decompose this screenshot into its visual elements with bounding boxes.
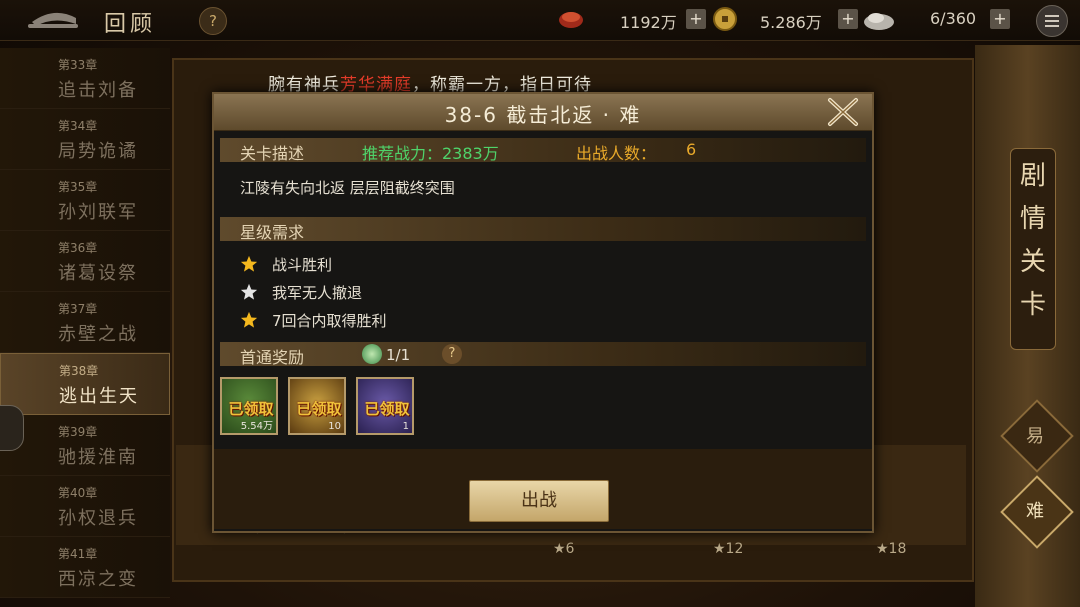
swirl-icon xyxy=(362,344,382,364)
first-clear-reward-bar: 首通奖励 xyxy=(220,342,866,367)
chapter-number: 第34章 xyxy=(58,119,98,133)
story-label-char: 卡 xyxy=(1019,290,1046,320)
star-requirement-item: 我军无人撤退 xyxy=(240,282,362,303)
recommended-power: 推荐战力：2383万 xyxy=(362,144,499,163)
reward-help-button[interactable]: ? xyxy=(442,344,462,364)
level-desc-label: 关卡描述 xyxy=(240,144,305,163)
troop-count-label: 出战人数： xyxy=(576,144,657,163)
chapter-number: 第35章 xyxy=(58,180,98,194)
claimed-label: 已领取 xyxy=(296,400,342,418)
grain-icon xyxy=(559,12,583,28)
chapter-number: 第39章 xyxy=(58,425,98,439)
star-chest-6[interactable]: ★6 xyxy=(553,541,574,557)
chapter-name: 驰援淮南 xyxy=(58,447,138,468)
star-requirement-label: 星级需求 xyxy=(240,223,305,242)
star-requirement-item: 7回合内取得胜利 xyxy=(240,310,387,331)
chapter-name: 赤壁之战 xyxy=(58,324,138,345)
chapter-number: 第38章 xyxy=(59,364,99,378)
chapter-item[interactable]: 第39章 驰援淮南 xyxy=(0,415,170,476)
star-requirement-item: 战斗胜利 xyxy=(240,254,332,275)
dialog-header: 38-6 截击北返 · 难 xyxy=(214,94,872,131)
gold-star-icon xyxy=(240,311,258,328)
story-label-char: 情 xyxy=(1019,204,1046,234)
dialog-title: 38-6 截击北返 · 难 xyxy=(444,103,642,127)
chapter-name: 追击刘备 xyxy=(58,80,138,101)
star-requirement-bar: 星级需求 xyxy=(220,217,866,242)
story-stage-label: 剧 情 关 卡 xyxy=(1010,148,1056,350)
chapter-item[interactable]: 第35章 孙刘联军 xyxy=(0,170,170,231)
star-requirement-text: 7回合内取得胜利 xyxy=(272,312,387,330)
reward-item[interactable]: 已领取 5.54万 xyxy=(220,377,278,435)
chapter-number: 第40章 xyxy=(58,486,98,500)
chapter-item[interactable]: 第41章 西凉之变 xyxy=(0,537,170,598)
help-button[interactable]: ? xyxy=(199,7,227,35)
star-requirement-text: 我军无人撤退 xyxy=(272,284,363,302)
gold-star-icon xyxy=(240,255,258,272)
chapter-item[interactable]: 第40章 孙权退兵 xyxy=(0,476,170,537)
star-chest-18[interactable]: ★18 xyxy=(876,541,906,557)
difficulty-hard-label: 难 xyxy=(1026,501,1044,522)
silver-star-icon xyxy=(240,283,258,300)
chapter-list: 第33章 追击刘备 第34章 局势诡谲 第35章 孙刘联军 第36章 诸葛设祭 … xyxy=(0,48,170,598)
chapter-item[interactable]: 第36章 诸葛设祭 xyxy=(0,231,170,292)
chapter-item[interactable]: 第37章 赤壁之战 xyxy=(0,292,170,353)
chapter-name: 诸葛设祭 xyxy=(58,263,138,284)
chapter-name: 逃出生天 xyxy=(59,386,139,407)
first-clear-reward-label: 首通奖励 xyxy=(240,348,305,367)
currency1-value: 1192万 xyxy=(620,13,677,32)
troop-count-value: 6 xyxy=(686,140,697,159)
star-requirement-text: 战斗胜利 xyxy=(272,256,333,274)
story-label-char: 关 xyxy=(1019,247,1046,277)
add-currency2-button[interactable]: + xyxy=(838,9,858,29)
reward-quantity: 1 xyxy=(402,421,409,432)
close-icon[interactable] xyxy=(822,96,862,128)
star-chest-12[interactable]: ★12 xyxy=(713,541,743,557)
claimed-label: 已领取 xyxy=(228,400,274,418)
level-description: 江陵有失向北返 层层阻截终突围 xyxy=(240,179,455,197)
top-bar: 回顾 ? 1192万 + 5.286万 + 6/360 + xyxy=(0,0,1080,41)
add-currency1-button[interactable]: + xyxy=(686,9,706,29)
add-stamina-button[interactable]: + xyxy=(990,9,1010,29)
coin-icon xyxy=(713,7,737,31)
chapter-name: 西凉之变 xyxy=(58,569,138,590)
silver-icon xyxy=(864,13,894,30)
reward-progress: 1/1 xyxy=(386,346,411,364)
chapter-number: 第36章 xyxy=(58,241,98,255)
difficulty-easy-label: 易 xyxy=(1026,426,1044,447)
reward-item[interactable]: 已领取 10 xyxy=(288,377,346,435)
chapter-number: 第41章 xyxy=(58,547,98,561)
chapter-item-active[interactable]: 第38章 逃出生天 xyxy=(0,353,170,415)
chapter-number: 第37章 xyxy=(58,302,98,316)
stage-info-dialog: 38-6 截击北返 · 难 关卡描述 推荐战力：2383万 出战人数： 6 江陵… xyxy=(212,92,874,533)
reward-quantity: 10 xyxy=(328,421,341,432)
chapter-name: 孙刘联军 xyxy=(58,202,138,223)
currency2-value: 5.286万 xyxy=(760,13,822,32)
level-info-bar: 关卡描述 推荐战力：2383万 出战人数： 6 xyxy=(220,138,866,163)
story-label-char: 剧 xyxy=(1019,161,1046,191)
claimed-label: 已领取 xyxy=(364,400,410,418)
chapter-number: 第33章 xyxy=(58,58,98,72)
side-tab-icon[interactable] xyxy=(0,405,24,451)
chapter-name: 局势诡谲 xyxy=(58,141,138,162)
chapter-item[interactable]: 第34章 局势诡谲 xyxy=(0,109,170,170)
reward-item[interactable]: 已领取 1 xyxy=(356,377,414,435)
chapter-name: 孙权退兵 xyxy=(58,508,138,529)
menu-button[interactable] xyxy=(1036,5,1068,37)
stamina-value: 6/360 xyxy=(930,9,977,28)
start-battle-button[interactable]: 出战 xyxy=(469,480,609,522)
reward-quantity: 5.54万 xyxy=(240,421,273,432)
back-arrow-icon[interactable] xyxy=(24,8,82,32)
chapter-item[interactable]: 第33章 追击刘备 xyxy=(0,48,170,109)
page-title: 回顾 xyxy=(104,12,157,37)
